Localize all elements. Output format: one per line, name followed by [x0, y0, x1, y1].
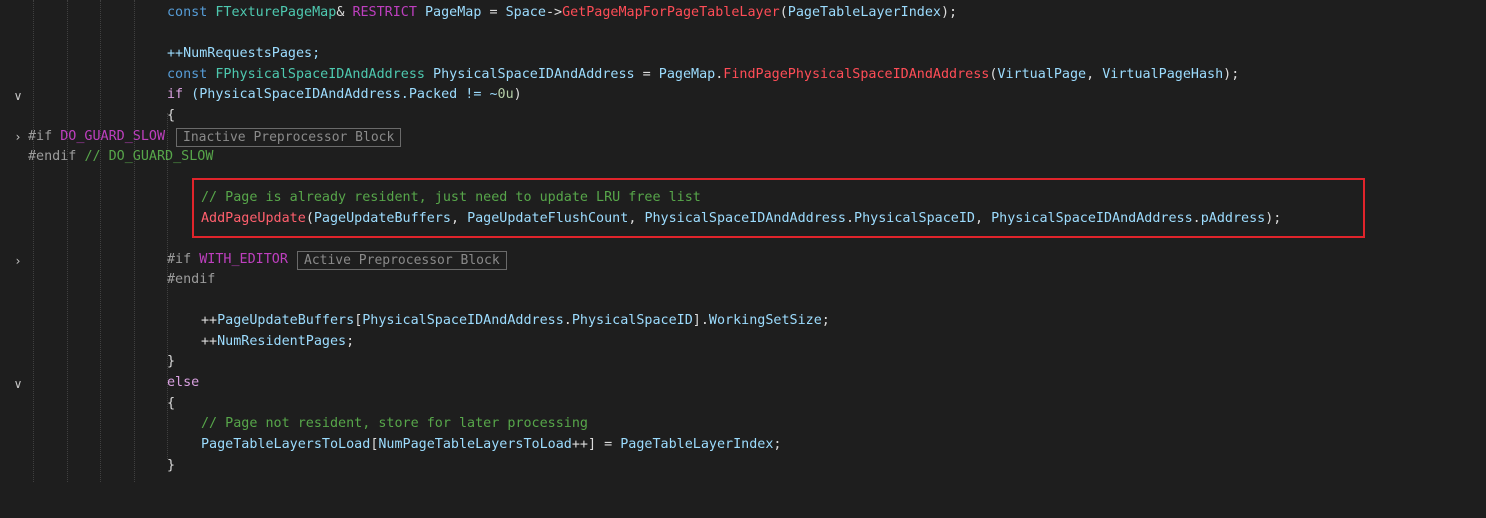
punctuation: .	[563, 313, 572, 328]
variable: PageUpdateBuffers	[217, 313, 355, 328]
variable: PhysicalSpaceIDAndAddress	[362, 313, 564, 328]
punctuation: ;	[773, 437, 782, 452]
operator: ++	[201, 334, 218, 349]
code-line: {	[0, 394, 1486, 415]
code-line: // Page not resident, store for later pr…	[0, 414, 1486, 435]
code-line: if (PhysicalSpaceIDAndAddress.Packed != …	[0, 85, 1486, 106]
function-name: GetPageMapForPageTableLayer	[562, 5, 780, 20]
code-line: else	[0, 373, 1486, 394]
preprocessor-directive: #if	[167, 252, 192, 267]
code-line: #if WITH_EDITOR Active Preprocessor Bloc…	[0, 250, 1486, 271]
code-line: #endif // DO_GUARD_SLOW	[0, 147, 1486, 168]
statement: ++NumRequestsPages;	[167, 46, 321, 61]
open-brace: {	[167, 396, 176, 411]
keyword: else	[167, 375, 200, 390]
preprocessor-directive: #endif	[167, 272, 216, 287]
code-line: ++NumResidentPages;	[0, 332, 1486, 353]
code-line: ++PageUpdateBuffers[PhysicalSpaceIDAndAd…	[0, 311, 1486, 332]
punctuation: ]	[587, 437, 597, 452]
code-line: ++NumRequestsPages;	[0, 44, 1486, 65]
function-name: FindPagePhysicalSpaceIDAndAddress	[723, 67, 990, 82]
type-name: FTexturePageMap	[215, 5, 337, 20]
variable: PageTableLayerIndex	[787, 5, 941, 20]
variable: PageMap	[416, 5, 482, 20]
operator: =	[596, 437, 621, 452]
variable: Space	[505, 5, 546, 20]
punctuation: ;	[346, 334, 355, 349]
macro: RESTRICT	[352, 5, 417, 20]
preprocessor-directive: #endif	[28, 149, 77, 164]
code-line: const FTexturePageMap& RESTRICT PageMap …	[0, 3, 1486, 24]
keyword: const	[167, 67, 208, 82]
keyword: const	[167, 5, 208, 20]
variable: NumPageTableLayersToLoad	[378, 437, 572, 452]
operator: ++	[201, 313, 218, 328]
operator: =	[481, 5, 506, 20]
punctuation: ]	[692, 313, 701, 328]
member: PhysicalSpaceID	[571, 313, 693, 328]
operator: ++	[571, 437, 588, 452]
code-line: PageTableLayersToLoad[NumPageTableLayers…	[0, 435, 1486, 456]
code-line: {	[0, 106, 1486, 127]
operator: =	[634, 67, 659, 82]
punctuation: ,	[1086, 67, 1103, 82]
condition: (PhysicalSpaceIDAndAddress.Packed != ~	[183, 87, 498, 102]
type-name: FPhysicalSpaceIDAndAddress	[215, 67, 425, 82]
code-editor[interactable]: ∨ › › ∨ const FTexturePageMap& RESTRICT …	[0, 0, 1486, 482]
variable: VirtualPage	[997, 67, 1087, 82]
highlight-box	[192, 178, 1365, 238]
macro: DO_GUARD_SLOW	[60, 129, 166, 144]
close-brace: }	[167, 354, 176, 369]
variable: PageMap	[658, 67, 716, 82]
code-line: const FPhysicalSpaceIDAndAddress Physica…	[0, 65, 1486, 86]
code-line: }	[0, 456, 1486, 477]
number-literal: 0u	[497, 87, 514, 102]
punctuation: );	[1223, 67, 1240, 82]
punctuation: )	[513, 87, 522, 102]
active-preprocessor-block-tag[interactable]: Active Preprocessor Block	[297, 251, 507, 270]
variable: NumResidentPages	[217, 334, 347, 349]
code-line: #if DO_GUARD_SLOW Inactive Preprocessor …	[0, 127, 1486, 148]
code-line: #endif	[0, 270, 1486, 291]
punctuation: .	[700, 313, 709, 328]
variable: VirtualPageHash	[1102, 67, 1224, 82]
punctuation: ;	[821, 313, 830, 328]
operator: &	[336, 5, 353, 20]
punctuation: (	[779, 5, 788, 20]
variable: PhysicalSpaceIDAndAddress	[424, 67, 635, 82]
comment: // Page not resident, store for later pr…	[201, 416, 588, 431]
code-line: }	[0, 352, 1486, 373]
variable: PageTableLayerIndex	[620, 437, 774, 452]
variable: PageTableLayersToLoad	[201, 437, 371, 452]
member: WorkingSetSize	[708, 313, 822, 328]
close-brace: }	[167, 458, 176, 473]
open-brace: {	[167, 108, 176, 123]
punctuation: );	[940, 5, 958, 20]
preprocessor-directive: #if	[28, 129, 53, 144]
comment: // DO_GUARD_SLOW	[84, 149, 214, 164]
operator: ->	[545, 5, 563, 20]
keyword: if	[167, 87, 184, 102]
inactive-preprocessor-block-tag[interactable]: Inactive Preprocessor Block	[176, 128, 402, 147]
macro: WITH_EDITOR	[199, 252, 288, 267]
